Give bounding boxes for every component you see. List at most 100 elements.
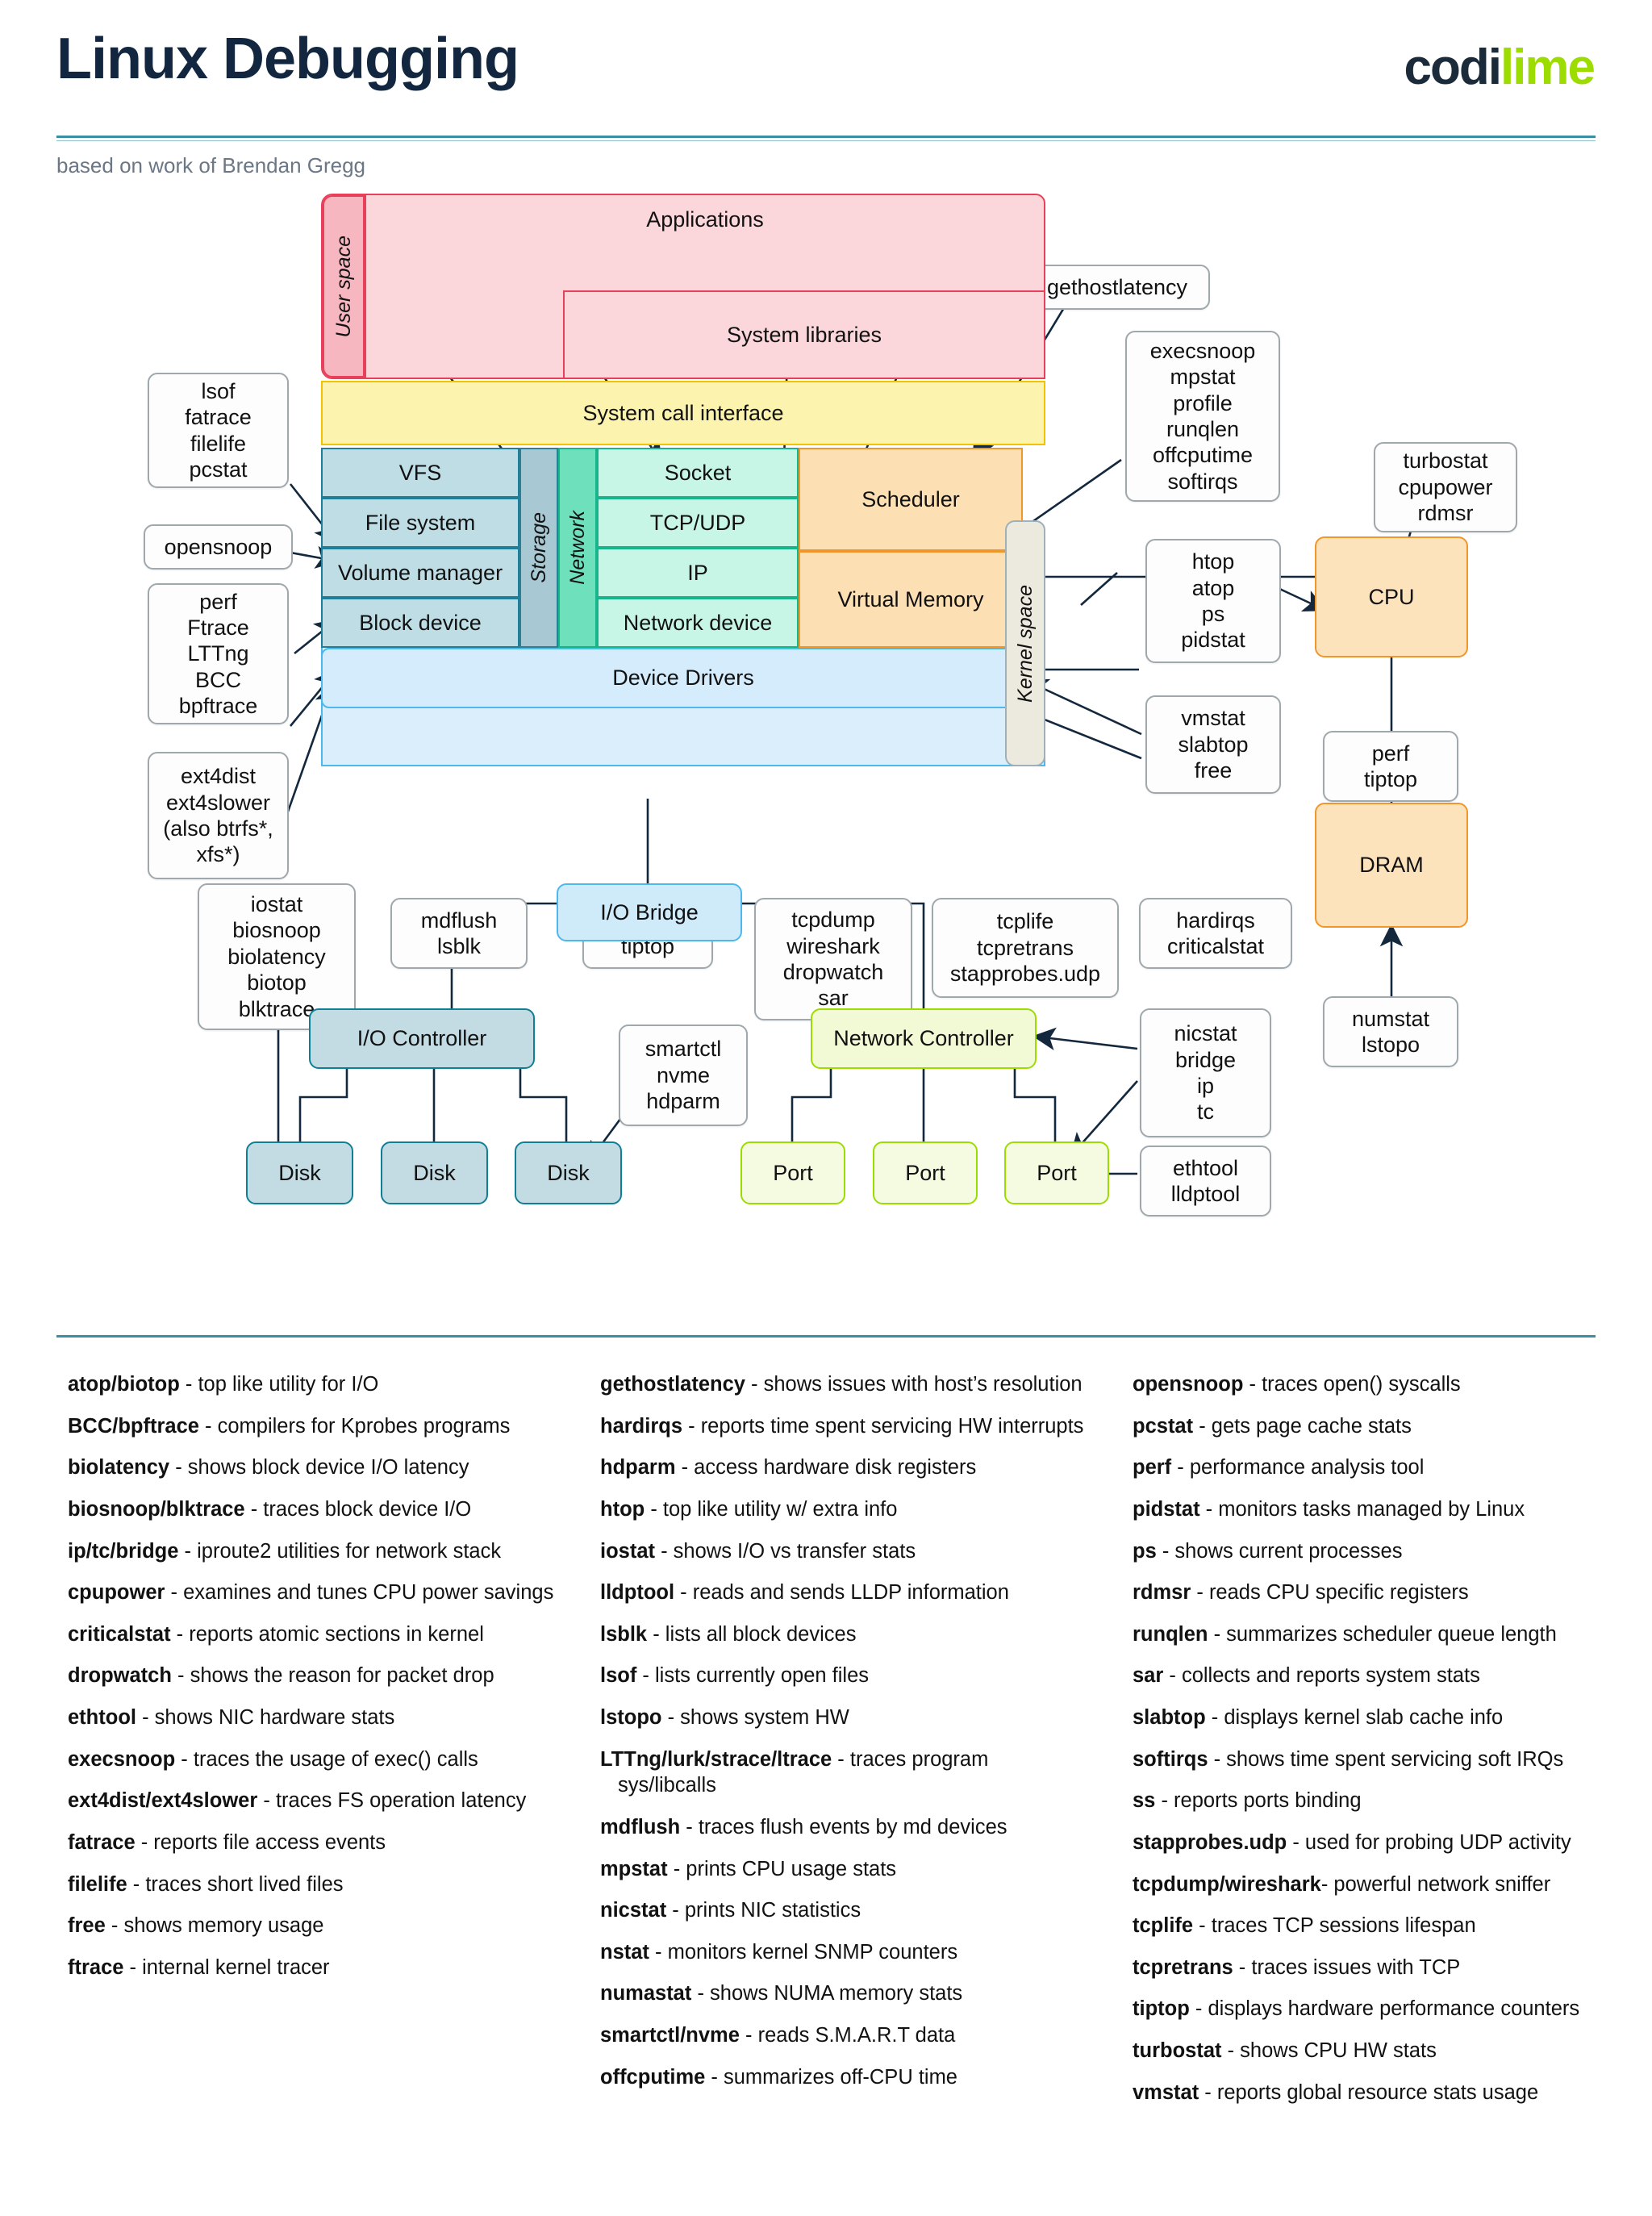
legend-description: - top like utility w/ extra info <box>645 1497 898 1521</box>
tool-nicstat-group[interactable]: nicstat bridge ip tc <box>1140 1008 1271 1137</box>
legend-item: biolatency - shows block device I/O late… <box>68 1454 558 1481</box>
legend-item: ss - reports ports binding <box>1133 1788 1623 1814</box>
legend-term: nstat <box>600 1940 649 1964</box>
legend-term: execsnoop <box>68 1747 176 1771</box>
legend-description: - lists currently open files <box>636 1664 870 1688</box>
legend-description: - traces flush events by md devices <box>680 1815 1007 1838</box>
legend-term: tiptop <box>1133 1997 1190 2021</box>
tool-opensnoop[interactable]: opensnoop <box>144 524 293 570</box>
device-drivers-block: Device Drivers <box>321 648 1045 708</box>
tool-lsof-group[interactable]: lsof fatrace filelife pcstat <box>148 373 289 488</box>
legend-description: - used for probing UDP activity <box>1287 1830 1571 1854</box>
device-drivers-label: Device Drivers <box>612 666 754 691</box>
page-title: Linux Debugging <box>56 27 519 91</box>
legend-term: ftrace <box>68 1955 124 1979</box>
tool-htop-group[interactable]: htop atop ps pidstat <box>1145 539 1281 663</box>
legend-description: - prints CPU usage stats <box>667 1857 897 1880</box>
tool-turbostat-group[interactable]: turbostat cpupower rdmsr <box>1374 442 1517 532</box>
legend-divider <box>56 1335 1596 1338</box>
tool-legend: atop/biotop - top like utility for I/O BC… <box>0 1371 1652 2210</box>
tool-numstat-group[interactable]: numstat lstopo <box>1323 996 1458 1067</box>
legend-description: - monitors kernel SNMP counters <box>649 1940 958 1964</box>
virtual-memory-label: Virtual Memory <box>837 586 984 611</box>
legend-description: - collects and reports system stats <box>1163 1664 1480 1688</box>
system-call-interface-label: System call interface <box>582 400 784 425</box>
legend-term: hdparm <box>600 1456 676 1479</box>
volume-manager-block: Volume manager <box>321 548 519 598</box>
tcp-udp-label: TCP/UDP <box>649 510 746 535</box>
legend-term: lstopo <box>600 1706 662 1729</box>
network-device-block: Network device <box>597 598 799 648</box>
legend-term: opensnoop <box>1133 1373 1244 1396</box>
legend-term: hardirqs <box>600 1414 683 1438</box>
legend-term: fatrace <box>68 1830 136 1854</box>
disk-block-2: Disk <box>381 1141 488 1204</box>
io-bridge-block: I/O Bridge <box>557 883 742 941</box>
block-device-block: Block device <box>321 598 519 648</box>
tool-ext4-group[interactable]: ext4dist ext4slower (also btrfs*, xfs*) <box>148 752 289 879</box>
legend-description: - traces TCP sessions lifespan <box>1193 1914 1476 1938</box>
legend-description: - traces open() syscalls <box>1243 1373 1461 1396</box>
vfs-label: VFS <box>398 460 442 485</box>
legend-term: filelife <box>68 1872 127 1896</box>
kernel-space-label: Kernel space <box>1014 584 1037 703</box>
tcp-udp-block: TCP/UDP <box>597 498 799 548</box>
legend-item: smartctl/nvme - reads S.M.A.R.T data <box>600 2022 1091 2049</box>
io-controller-block: I/O Controller <box>309 1008 535 1069</box>
legend-term: mpstat <box>600 1857 668 1880</box>
file-system-label: File system <box>365 510 476 535</box>
legend-item: lldptool - reads and sends LLDP informat… <box>600 1580 1091 1606</box>
legend-description: - traces FS operation latency <box>257 1789 527 1813</box>
legend-term: runqlen <box>1133 1622 1208 1646</box>
tool-perf-tiptop-cpu[interactable]: perf tiptop <box>1323 731 1458 802</box>
legend-term: perf <box>1133 1456 1172 1479</box>
tool-tcpdump-group[interactable]: tcpdump wireshark dropwatch sar <box>754 898 912 1020</box>
tool-ethtool-group[interactable]: ethtool lldptool <box>1140 1146 1271 1217</box>
scheduler-label: Scheduler <box>861 486 960 511</box>
legend-term: tcpretrans <box>1133 1955 1233 1979</box>
io-bridge-label: I/O Bridge <box>600 899 699 924</box>
legend-description: - examines and tunes CPU power savings <box>165 1581 554 1605</box>
storage-label: Storage <box>528 512 550 583</box>
legend-description: - shows issues with host’s resolution <box>745 1373 1083 1396</box>
legend-description: - internal kernel tracer <box>123 1955 330 1979</box>
legend-item: tcpdump/wireshark- powerful network snif… <box>1133 1872 1623 1898</box>
tool-gethostlatency[interactable]: gethostlatency <box>1024 265 1210 310</box>
legend-description: - shows NIC hardware stats <box>136 1706 395 1729</box>
legend-description: - access hardware disk registers <box>675 1456 977 1479</box>
legend-description: - shows memory usage <box>105 1914 324 1938</box>
legend-term: LTTng/lurk/strace/ltrace <box>600 1747 832 1771</box>
legend-item: hdparm - access hardware disk registers <box>600 1454 1091 1481</box>
vfs-block: VFS <box>321 448 519 498</box>
legend-description: - prints NIC statistics <box>666 1899 861 1922</box>
page-header: Linux Debugging codilime based on work o… <box>0 0 1652 177</box>
system-libraries-block: System libraries <box>563 290 1045 379</box>
tool-tcplife-group[interactable]: tcplife tcpretrans stapprobes.udp <box>932 898 1119 998</box>
tool-vmstat-group[interactable]: vmstat slabtop free <box>1145 695 1281 794</box>
legend-term: atop/biotop <box>68 1373 180 1396</box>
legend-description: - shows I/O vs transfer stats <box>655 1539 916 1563</box>
legend-item: stapprobes.udp - used for probing UDP ac… <box>1133 1830 1623 1856</box>
kernel-space-band: Kernel space <box>1005 520 1045 766</box>
legend-description: - reports atomic sections in kernel <box>170 1622 484 1646</box>
tool-execsnoop-group[interactable]: execsnoop mpstat profile runqlen offcput… <box>1125 331 1280 502</box>
legend-item: mdflush - traces flush events by md devi… <box>600 1814 1091 1841</box>
header-divider-thin <box>56 140 1596 141</box>
port-label-2: Port <box>905 1160 945 1185</box>
legend-item: turbostat - shows CPU HW stats <box>1133 2038 1623 2064</box>
tool-hardirqs-group[interactable]: hardirqs criticalstat <box>1139 898 1292 969</box>
tool-mdflush-lsblk[interactable]: mdflush lsblk <box>390 898 528 969</box>
tool-smartctl-group[interactable]: smartctl nvme hdparm <box>619 1025 748 1126</box>
legend-term: lsblk <box>600 1622 648 1646</box>
user-space-band: User space <box>323 195 365 378</box>
legend-column-3: opensnoop - traces open() syscalls pcstat… <box>1112 1371 1644 2210</box>
architecture-diagram: strace lurk ltrace ss nstat gethostlaten… <box>0 194 1652 1331</box>
legend-item: lstopo - shows system HW <box>600 1705 1091 1731</box>
legend-term: free <box>68 1914 106 1938</box>
legend-item: BCC/bpftrace - compilers for Kprobes pro… <box>68 1413 558 1440</box>
legend-description: - gets page cache stats <box>1193 1414 1412 1438</box>
legend-term: gethostlatency <box>600 1373 745 1396</box>
legend-description: - summarizes scheduler queue length <box>1208 1622 1557 1646</box>
tool-perf-group[interactable]: perf Ftrace LTTng BCC bpftrace <box>148 583 289 724</box>
legend-description: - lists all block devices <box>647 1622 857 1646</box>
